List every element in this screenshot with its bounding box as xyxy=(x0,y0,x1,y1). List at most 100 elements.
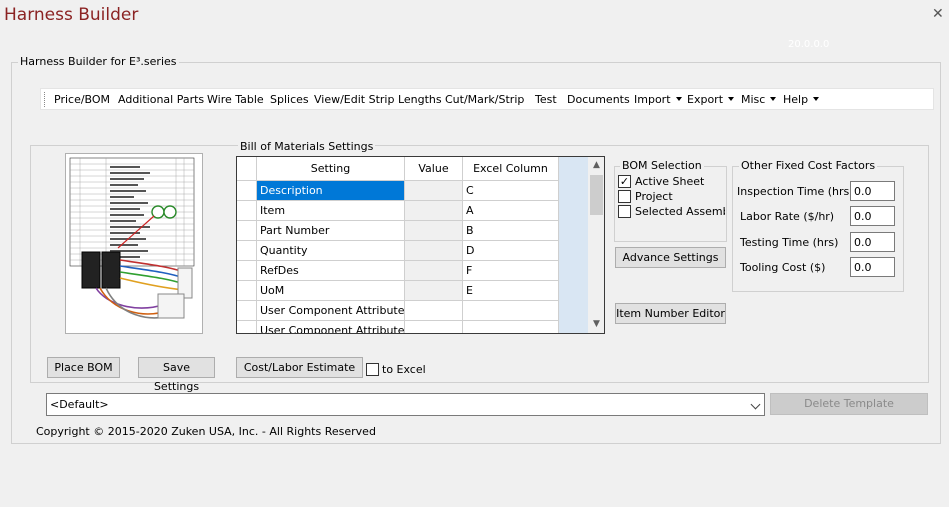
scroll-up-icon[interactable]: ▲ xyxy=(588,157,604,174)
chevron-down-icon[interactable] xyxy=(750,399,761,410)
table-row[interactable]: User Component Attribute 2 xyxy=(237,321,559,333)
bom-settings-label: Bill of Materials Settings xyxy=(238,140,376,153)
inspection-time-label: Inspection Time (hrs) xyxy=(737,185,854,198)
active-sheet-checkbox[interactable]: ✓ xyxy=(618,175,631,188)
scroll-down-icon[interactable]: ▼ xyxy=(588,316,604,333)
menu-help[interactable]: Help xyxy=(783,93,820,106)
table-row[interactable]: Quantity D xyxy=(237,241,559,261)
bom-settings-grid[interactable]: Setting Value Excel Column Description C… xyxy=(236,156,605,334)
copyright-text: Copyright © 2015-2020 Zuken USA, Inc. - … xyxy=(36,425,376,438)
to-excel-checkbox[interactable] xyxy=(366,363,379,376)
selected-assembly-label: Selected Assembl xyxy=(635,205,725,218)
selected-assembly-checkbox[interactable] xyxy=(618,205,631,218)
labor-rate-label: Labor Rate ($/hr) xyxy=(740,210,835,223)
menu-bar: Price/BOM Additional Parts Wire Table Sp… xyxy=(40,88,934,110)
grid-corner-header xyxy=(237,157,257,181)
setting-cell[interactable]: Description xyxy=(257,181,405,201)
harness-preview-image xyxy=(65,153,203,334)
row-header[interactable] xyxy=(237,281,257,301)
menu-cut-mark-strip[interactable]: Cut/Mark/Strip xyxy=(445,93,524,106)
menu-export[interactable]: Export xyxy=(687,93,735,106)
row-header[interactable] xyxy=(237,241,257,261)
menu-documents[interactable]: Documents xyxy=(567,93,630,106)
excel-column-cell[interactable]: B xyxy=(463,221,559,241)
save-settings-button[interactable]: Save Settings xyxy=(138,357,215,393)
excel-column-cell[interactable]: F xyxy=(463,261,559,281)
menu-test[interactable]: Test xyxy=(535,93,557,106)
tooling-cost-label: Tooling Cost ($) xyxy=(740,261,826,274)
value-cell[interactable] xyxy=(405,181,463,201)
row-header[interactable] xyxy=(237,301,257,321)
grid-header-excel-column[interactable]: Excel Column xyxy=(463,157,559,181)
row-header[interactable] xyxy=(237,221,257,241)
version-label: 20.0.0.0 xyxy=(788,39,830,50)
setting-cell[interactable]: Part Number xyxy=(257,221,405,241)
delete-template-button[interactable]: Delete Template xyxy=(770,393,928,415)
setting-cell[interactable]: User Component Attribute 1 xyxy=(257,301,405,321)
setting-cell[interactable]: User Component Attribute 2 xyxy=(257,321,405,333)
place-bom-button[interactable]: Place BOM xyxy=(47,357,120,378)
value-cell[interactable] xyxy=(405,241,463,261)
table-row[interactable]: Description C xyxy=(237,181,559,201)
project-label: Project xyxy=(635,190,673,203)
setting-cell[interactable]: RefDes xyxy=(257,261,405,281)
table-row[interactable]: UoM E xyxy=(237,281,559,301)
item-number-editor-button[interactable]: Item Number Editor xyxy=(615,303,726,324)
value-cell[interactable] xyxy=(405,281,463,301)
menu-misc[interactable]: Misc xyxy=(741,93,777,106)
main-group-label: Harness Builder for E³.series xyxy=(18,55,179,68)
row-header[interactable] xyxy=(237,201,257,221)
value-cell[interactable] xyxy=(405,201,463,221)
active-sheet-label: Active Sheet xyxy=(635,175,705,188)
excel-column-cell[interactable]: E xyxy=(463,281,559,301)
setting-cell[interactable]: Item xyxy=(257,201,405,221)
excel-column-cell[interactable]: A xyxy=(463,201,559,221)
value-cell[interactable] xyxy=(405,301,463,321)
menu-price-bom[interactable]: Price/BOM xyxy=(54,93,110,106)
menu-wire-table[interactable]: Wire Table xyxy=(207,93,264,106)
excel-column-cell[interactable] xyxy=(463,301,559,321)
toolbar-grip-icon[interactable] xyxy=(44,92,46,107)
harness-drawing-icon xyxy=(69,157,195,319)
chevron-down-icon xyxy=(813,97,820,101)
value-cell[interactable] xyxy=(405,321,463,333)
value-cell[interactable] xyxy=(405,221,463,241)
window-title: Harness Builder xyxy=(4,5,139,25)
row-header[interactable] xyxy=(237,261,257,281)
table-row[interactable]: RefDes F xyxy=(237,261,559,281)
excel-column-cell[interactable] xyxy=(463,321,559,333)
labor-rate-input[interactable] xyxy=(850,206,895,226)
menu-import[interactable]: Import xyxy=(634,93,682,106)
template-select-value: <Default> xyxy=(50,398,109,411)
project-checkbox[interactable] xyxy=(618,190,631,203)
value-cell[interactable] xyxy=(405,261,463,281)
table-row[interactable]: User Component Attribute 1 xyxy=(237,301,559,321)
setting-cell[interactable]: Quantity xyxy=(257,241,405,261)
grid-header-value[interactable]: Value xyxy=(405,157,463,181)
menu-strip-lengths[interactable]: View/Edit Strip Lengths xyxy=(314,93,442,106)
excel-column-cell[interactable]: D xyxy=(463,241,559,261)
bom-selection-label: BOM Selection xyxy=(620,159,704,172)
setting-cell[interactable]: UoM xyxy=(257,281,405,301)
tooling-cost-input[interactable] xyxy=(850,257,895,277)
close-icon[interactable]: ✕ xyxy=(932,6,944,22)
inspection-time-input[interactable] xyxy=(850,181,895,201)
template-select[interactable]: <Default> xyxy=(46,393,765,416)
cost-labor-estimate-button[interactable]: Cost/Labor Estimate xyxy=(236,357,363,378)
table-row[interactable]: Item A xyxy=(237,201,559,221)
scroll-thumb[interactable] xyxy=(590,175,603,215)
menu-splices[interactable]: Splices xyxy=(270,93,309,106)
row-header[interactable] xyxy=(237,321,257,333)
table-row[interactable]: Part Number B xyxy=(237,221,559,241)
grid-header-setting[interactable]: Setting xyxy=(257,157,405,181)
testing-time-label: Testing Time (hrs) xyxy=(740,236,839,249)
row-header[interactable] xyxy=(237,181,257,201)
grid-empty-area xyxy=(559,157,589,333)
chevron-down-icon xyxy=(675,97,682,101)
chevron-down-icon xyxy=(728,97,735,101)
advance-settings-button[interactable]: Advance Settings xyxy=(615,247,726,268)
menu-additional-parts[interactable]: Additional Parts xyxy=(118,93,204,106)
grid-vertical-scrollbar[interactable]: ▲ ▼ xyxy=(588,157,604,333)
excel-column-cell[interactable]: C xyxy=(463,181,559,201)
testing-time-input[interactable] xyxy=(850,232,895,252)
